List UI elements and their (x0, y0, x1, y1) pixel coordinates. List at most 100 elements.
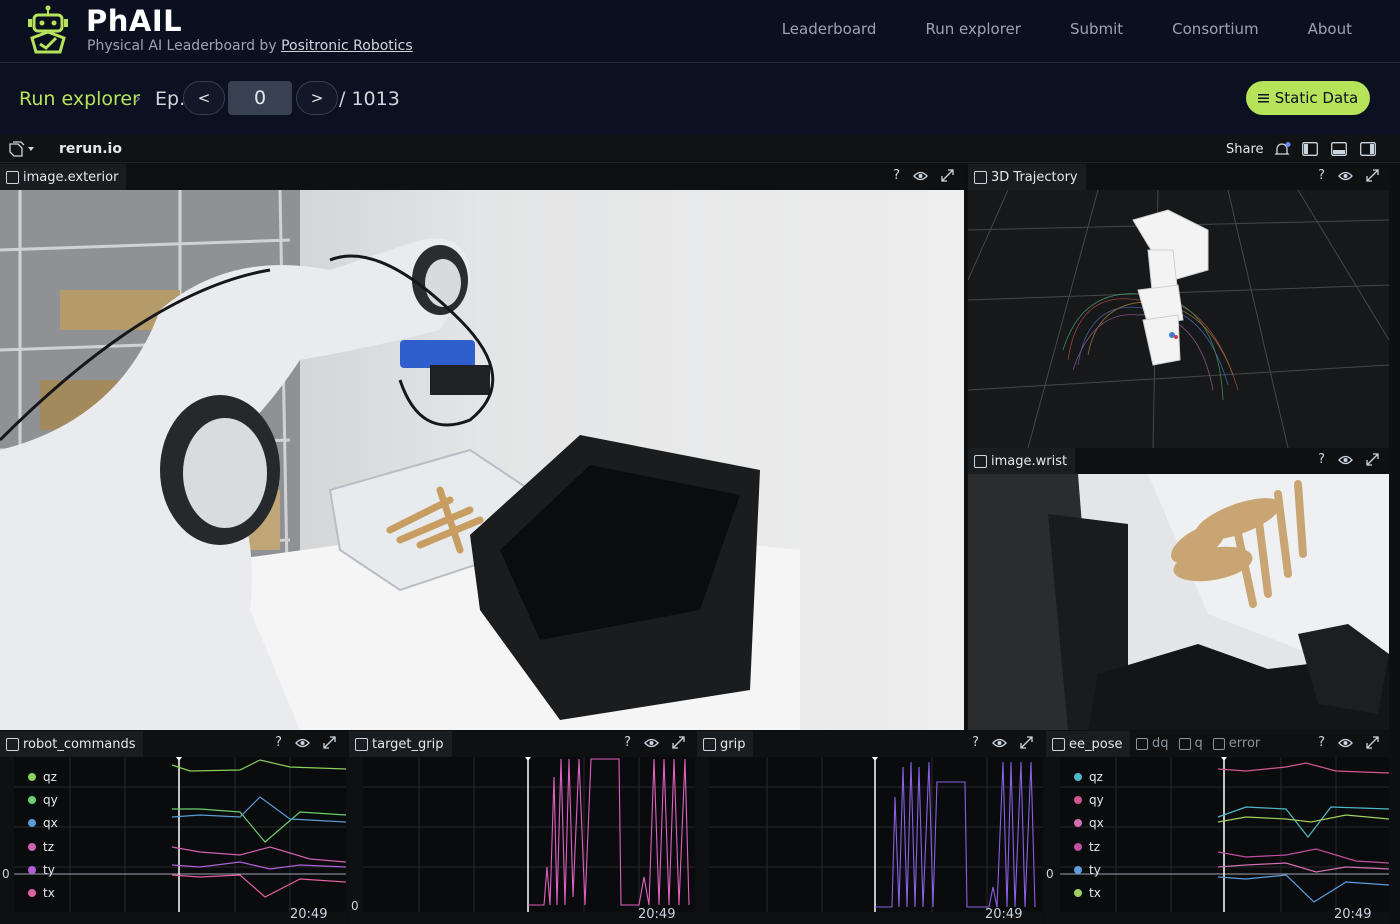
legend-label: tz (1089, 839, 1101, 854)
help-icon[interactable]: ? (972, 735, 979, 750)
legend-tx[interactable]: tx (28, 881, 58, 904)
bottom-panel-icon[interactable] (1331, 142, 1347, 156)
legend-label: ty (1089, 862, 1101, 877)
robot-commands-legend: qz qy qx tz ty tx (28, 765, 58, 905)
legend-tz[interactable]: tz (1074, 835, 1104, 858)
tab-label: image.exterior (23, 169, 119, 185)
robot-commands-plot[interactable]: qz qy qx tz ty tx 0 20:49 (0, 757, 346, 924)
ee-pose-plot[interactable]: qz qy qx tz ty tx 0 20:49 (1046, 757, 1389, 924)
y-axis-zero: 0 (351, 899, 359, 913)
prev-episode-button[interactable]: < (183, 81, 225, 115)
tab-label: 3D Trajectory (991, 169, 1078, 185)
panel-tools: ? (275, 735, 336, 750)
legend-label: qz (1089, 769, 1103, 784)
wrist-camera-image[interactable] (968, 474, 1389, 730)
brand-title[interactable]: PhAIL (86, 4, 182, 38)
maximize-icon[interactable] (1366, 169, 1379, 182)
tab-robot-commands[interactable]: robot_commands (0, 731, 144, 757)
tab-ee-pose[interactable]: ee_pose (1046, 731, 1131, 757)
panel-tools: ? (1318, 452, 1379, 467)
exterior-camera-image[interactable] (0, 190, 964, 730)
plot-icon (1136, 737, 1148, 750)
legend-dot (28, 772, 36, 781)
nav-consortium[interactable]: Consortium (1172, 20, 1258, 38)
legend-qy[interactable]: qy (28, 788, 58, 811)
target-grip-panel: target_grip ? 0 20:49 (349, 731, 695, 924)
legend-qy[interactable]: qy (1074, 788, 1104, 811)
target-grip-plot[interactable]: 0 20:49 (349, 757, 695, 924)
grip-panel: grip ? 20:49 (697, 731, 1043, 924)
nav-about[interactable]: About (1308, 20, 1352, 38)
maximize-icon[interactable] (941, 169, 954, 182)
brand-subtitle: Physical AI Leaderboard by Positronic Ro… (87, 38, 413, 54)
share-button[interactable]: Share (1226, 142, 1264, 157)
plot-icon (1212, 737, 1225, 750)
next-episode-button[interactable]: > (296, 81, 338, 115)
eye-icon[interactable] (295, 738, 310, 748)
left-panel-icon[interactable] (1302, 142, 1318, 156)
help-icon[interactable]: ? (1318, 452, 1325, 467)
tab-image-wrist[interactable]: image.wrist (968, 448, 1076, 474)
episode-total: / 1013 (339, 88, 400, 110)
maximize-icon[interactable] (1020, 736, 1033, 749)
episode-input[interactable]: 0 (228, 81, 292, 115)
rerun-logo-icon[interactable] (8, 141, 36, 157)
legend-qz[interactable]: qz (1074, 765, 1104, 788)
grip-plot[interactable]: 20:49 (697, 757, 1043, 924)
plot-icon (1052, 737, 1065, 751)
tab-grip[interactable]: grip (697, 731, 754, 757)
static-data-button[interactable]: Static Data (1246, 81, 1370, 115)
help-icon[interactable]: ? (624, 735, 631, 750)
legend-label: qy (43, 792, 58, 807)
help-icon[interactable]: ? (893, 168, 900, 183)
eye-icon[interactable] (644, 738, 659, 748)
plot-icon (355, 737, 368, 751)
legend-qx[interactable]: qx (1074, 812, 1104, 835)
maximize-icon[interactable] (672, 736, 685, 749)
brand-subtitle-text: Physical AI Leaderboard by (87, 38, 282, 54)
help-icon[interactable]: ? (275, 735, 282, 750)
eye-icon[interactable] (1338, 455, 1353, 465)
maximize-icon[interactable] (1366, 453, 1379, 466)
breadcrumb-run-explorer[interactable]: Run explorer (19, 88, 140, 110)
maximize-icon[interactable] (323, 736, 336, 749)
legend-tx[interactable]: tx (1074, 881, 1104, 904)
tab-error[interactable]: error (1212, 736, 1260, 751)
legend-dot (1074, 865, 1082, 874)
help-icon[interactable]: ? (1318, 735, 1325, 750)
legend-tz[interactable]: tz (28, 835, 58, 858)
3d-view-icon (974, 170, 987, 184)
ee-extra-tabs: dq q error (1126, 736, 1260, 751)
bell-icon[interactable] (1273, 142, 1291, 158)
legend-dot (28, 865, 36, 874)
eye-icon[interactable] (1338, 171, 1353, 181)
right-panel-icon[interactable] (1360, 142, 1376, 156)
legend-qx[interactable]: qx (28, 812, 58, 835)
nav-submit[interactable]: Submit (1070, 20, 1123, 38)
legend-dot (1074, 842, 1082, 851)
tab-dq[interactable]: dq (1136, 736, 1169, 751)
legend-ty[interactable]: ty (28, 858, 58, 881)
y-axis-zero: 0 (2, 867, 10, 881)
legend-label: qz (43, 769, 57, 784)
tab-3d-trajectory[interactable]: 3D Trajectory (968, 164, 1086, 190)
eye-icon[interactable] (913, 171, 928, 181)
eye-icon[interactable] (992, 738, 1007, 748)
trajectory-3d-view[interactable] (968, 190, 1389, 448)
nav-run-explorer[interactable]: Run explorer (925, 20, 1020, 38)
positronic-robotics-link[interactable]: Positronic Robotics (281, 38, 413, 54)
help-icon[interactable]: ? (1318, 168, 1325, 183)
legend-ty[interactable]: ty (1074, 858, 1104, 881)
tab-label: dq (1152, 736, 1169, 751)
tab-label: ee_pose (1069, 736, 1123, 752)
maximize-icon[interactable] (1366, 736, 1379, 749)
legend-dot (28, 842, 36, 851)
robot-logo-icon[interactable] (24, 4, 72, 54)
legend-qz[interactable]: qz (28, 765, 58, 788)
tab-target-grip[interactable]: target_grip (349, 731, 452, 757)
tab-q[interactable]: q (1178, 736, 1203, 751)
tab-image-exterior[interactable]: image.exterior (0, 164, 127, 190)
nav-leaderboard[interactable]: Leaderboard (782, 20, 877, 38)
legend-dot (28, 795, 36, 804)
eye-icon[interactable] (1338, 738, 1353, 748)
